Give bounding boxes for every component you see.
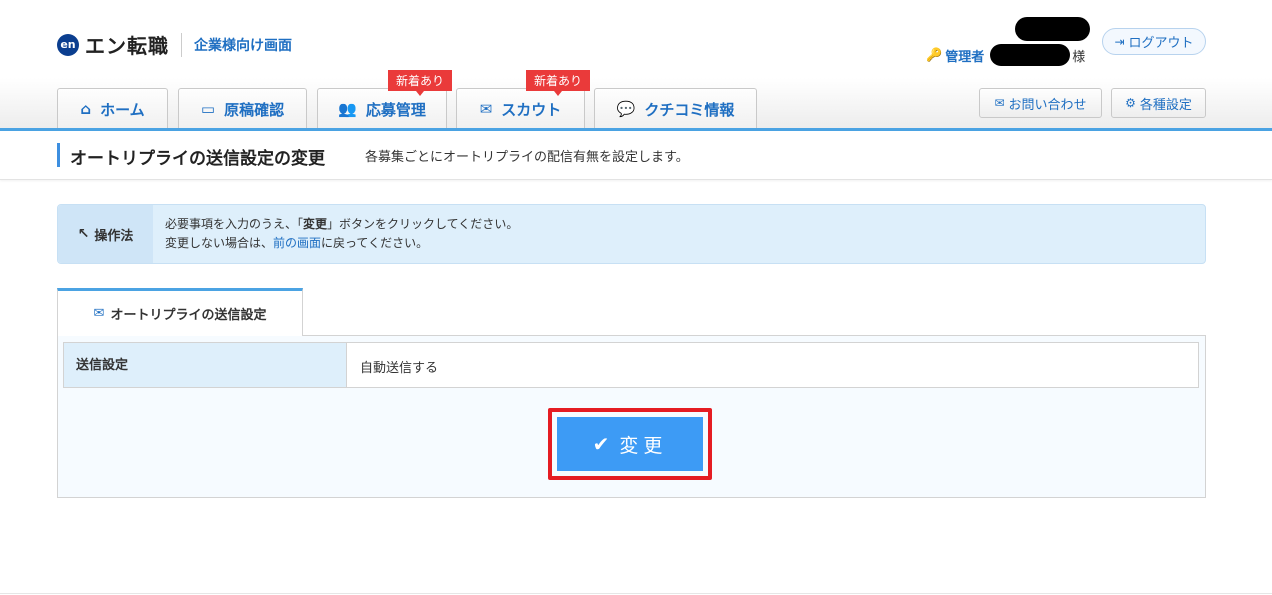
inbox-icon: ▭ xyxy=(200,100,216,118)
redacted-username xyxy=(990,44,1071,66)
check-icon: ✔ xyxy=(592,432,610,456)
text: 必要事項を入力のうえ、「 xyxy=(165,217,304,231)
submit-highlight: ✔ 変更 xyxy=(548,408,712,480)
settings-label: 各種設定 xyxy=(1139,97,1192,113)
instructions-label: ↖ 操作法 xyxy=(58,205,153,263)
settings-button[interactable]: ⚙ 各種設定 xyxy=(1111,88,1206,118)
key-icon: 🔑 xyxy=(926,47,943,63)
new-badge: 新着あり xyxy=(388,70,452,96)
logout-button[interactable]: ⇥ ログアウト xyxy=(1102,28,1206,55)
logo-divider xyxy=(181,32,182,57)
tab-applications[interactable]: 👥 応募管理 xyxy=(317,88,447,129)
panel-tab-autoreply[interactable]: ✉ オートリプライの送信設定 xyxy=(57,288,303,336)
instructions-text: 必要事項を入力のうえ、「変更」ボタンをクリックしてください。 変更しない場合は、… xyxy=(165,215,518,253)
tab-reviews[interactable]: 💬 クチコミ情報 xyxy=(594,88,757,129)
envelope-icon: ✉ xyxy=(994,96,1005,110)
redacted-block xyxy=(1015,17,1090,41)
page-title: オートリプライの送信設定の変更 xyxy=(70,149,325,169)
instructions-line2: 変更しない場合は、前の画面に戻ってください。 xyxy=(165,234,518,253)
tab-scout[interactable]: ✉ スカウト xyxy=(456,88,585,129)
text: に戻ってください。 xyxy=(321,236,429,250)
home-icon: ⌂ xyxy=(80,100,92,118)
tab-label: スカウト xyxy=(501,100,562,119)
tab-label: クチコミ情報 xyxy=(644,100,735,119)
envelope-icon: ✉ xyxy=(93,306,105,321)
gear-icon: ⚙ xyxy=(1125,96,1136,110)
instructions-box: ↖ 操作法 必要事項を入力のうえ、「変更」ボタンをクリックしてください。 変更し… xyxy=(57,204,1206,264)
users-icon: 👥 xyxy=(338,100,357,118)
change-button[interactable]: ✔ 変更 xyxy=(557,417,703,471)
contact-label: お問い合わせ xyxy=(1008,97,1087,113)
user-suffix: 様 xyxy=(1072,49,1086,65)
cursor-icon: ↖ xyxy=(77,226,90,242)
tab-label: 原稿確認 xyxy=(224,100,285,119)
footer-divider xyxy=(0,593,1272,594)
contact-button[interactable]: ✉ お問い合わせ xyxy=(979,88,1102,118)
tab-home[interactable]: ⌂ ホーム xyxy=(57,88,168,129)
tab-label: ホーム xyxy=(100,100,145,119)
text: 変更しない場合は、 xyxy=(165,236,274,250)
logo-mark: en xyxy=(57,33,79,56)
setting-label: 送信設定 xyxy=(64,343,347,387)
tab-label: 応募管理 xyxy=(365,100,426,119)
instructions-line1: 必要事項を入力のうえ、「変更」ボタンをクリックしてください。 xyxy=(165,215,518,234)
logo-subtitle: 企業様向け画面 xyxy=(194,37,292,54)
user-info: 🔑 管理者 様 xyxy=(926,44,1085,66)
envelope-icon: ✉ xyxy=(479,100,493,118)
setting-row: 送信設定 自動送信する xyxy=(63,342,1199,388)
comment-icon: 💬 xyxy=(616,100,636,118)
change-label: 変更 xyxy=(619,434,668,457)
instructions-label-text: 操作法 xyxy=(94,228,134,244)
tab-manuscript[interactable]: ▭ 原稿確認 xyxy=(178,88,307,129)
logo-text: エン転職 xyxy=(85,34,169,58)
text: 」ボタンをクリックしてください。 xyxy=(327,217,519,231)
setting-value: 自動送信する xyxy=(360,361,439,376)
title-accent xyxy=(57,143,60,167)
panel-tab-label: オートリプライの送信設定 xyxy=(110,308,267,323)
text-bold: 変更 xyxy=(303,217,328,231)
logo[interactable]: en エン転職 企業様向け画面 xyxy=(57,30,292,59)
page-description: 各募集ごとにオートリプライの配信有無を設定します。 xyxy=(365,150,689,165)
back-link[interactable]: 前の画面 xyxy=(273,236,321,250)
logout-icon: ⇥ xyxy=(1114,34,1125,49)
logout-label: ログアウト xyxy=(1128,36,1194,51)
new-badge: 新着あり xyxy=(526,70,590,96)
user-role: 管理者 xyxy=(945,49,985,65)
